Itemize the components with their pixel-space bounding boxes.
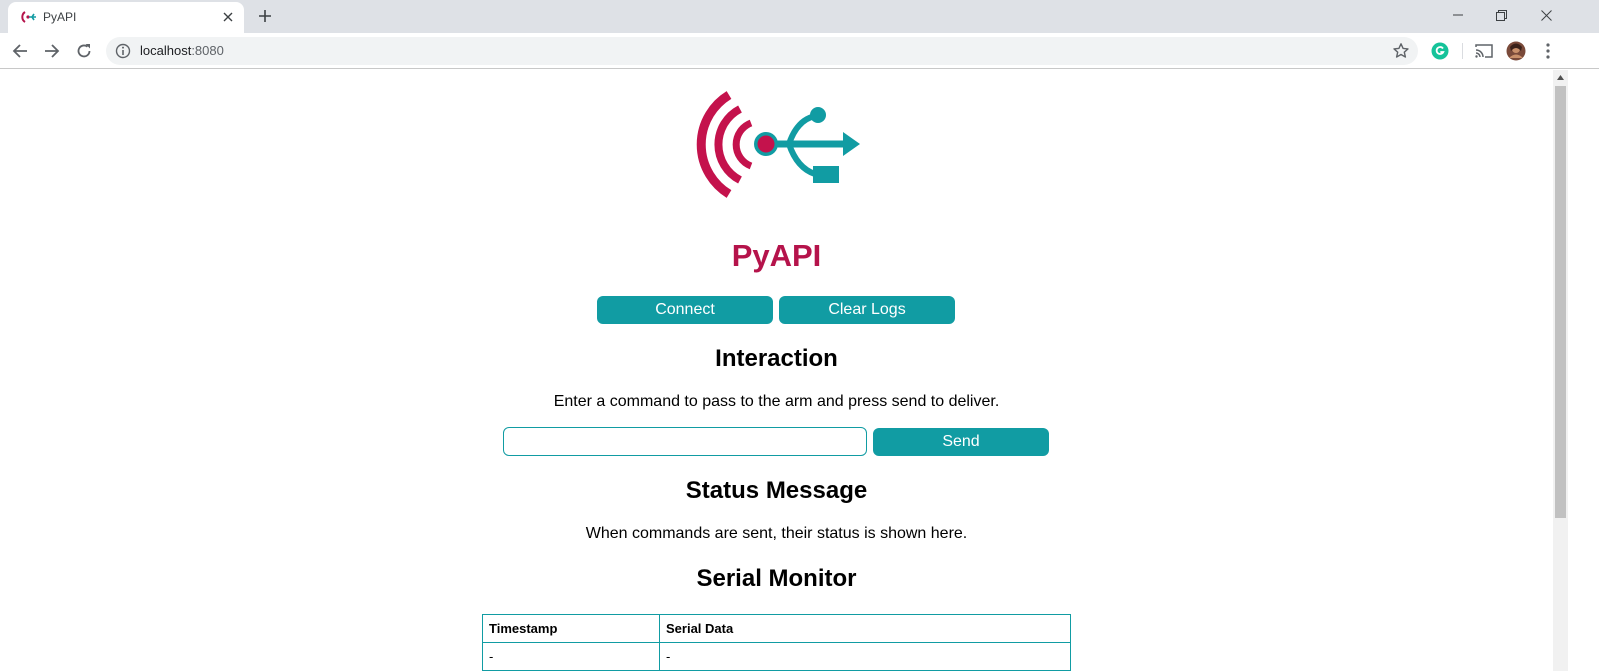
status-heading: Status Message: [685, 477, 868, 504]
interaction-heading: Interaction: [715, 345, 838, 372]
address-bar[interactable]: localhost:8080: [106, 37, 1418, 65]
tab-title: PyAPI: [43, 10, 77, 24]
browser-tab[interactable]: PyAPI: [8, 2, 244, 33]
new-tab-plus-icon[interactable]: [255, 6, 275, 26]
serial-data-column-header: Serial Data: [659, 614, 1071, 643]
browser-toolbar: localhost:8080: [0, 33, 1599, 69]
reload-icon[interactable]: [70, 37, 98, 65]
pyapi-logo: [696, 91, 860, 198]
page-scrollbar[interactable]: [1553, 70, 1568, 671]
page-title: PyAPI: [731, 238, 822, 273]
window-close-icon[interactable]: [1523, 0, 1569, 30]
connect-button[interactable]: Connect: [597, 296, 773, 324]
cast-icon[interactable]: [1473, 40, 1495, 62]
grammarly-extension-icon[interactable]: [1429, 40, 1451, 62]
window-minimize-icon[interactable]: [1435, 0, 1481, 30]
toolbar-divider: [1462, 43, 1463, 59]
command-input[interactable]: [503, 427, 867, 456]
clear-logs-button[interactable]: Clear Logs: [779, 296, 955, 324]
pyapi-favicon-icon: [21, 11, 36, 23]
serial-monitor-table: Timestamp Serial Data - -: [482, 614, 1071, 671]
serial-data-cell: -: [659, 642, 1071, 671]
send-button[interactable]: Send: [873, 428, 1049, 456]
interaction-description: Enter a command to pass to the arm and p…: [553, 393, 1000, 410]
status-message: When commands are sent, their status is …: [585, 525, 968, 542]
timestamp-column-header: Timestamp: [482, 614, 660, 643]
profile-avatar[interactable]: [1505, 40, 1527, 62]
back-arrow-icon[interactable]: [6, 37, 34, 65]
tab-close-icon[interactable]: [220, 9, 236, 25]
url-port: :8080: [191, 43, 224, 58]
site-info-icon[interactable]: [115, 43, 131, 59]
scrollbar-thumb[interactable]: [1555, 86, 1566, 518]
forward-arrow-icon[interactable]: [38, 37, 66, 65]
scroll-up-arrow-icon[interactable]: [1553, 70, 1568, 85]
table-header-row: Timestamp Serial Data: [482, 614, 1071, 643]
browser-menu-icon[interactable]: [1537, 40, 1559, 62]
serial-monitor-heading: Serial Monitor: [696, 565, 857, 592]
browser-tab-bar: PyAPI: [0, 0, 1599, 33]
url-host: localhost: [140, 43, 192, 58]
timestamp-cell: -: [482, 642, 660, 671]
url-text: localhost:8080: [140, 43, 224, 58]
window-restore-icon[interactable]: [1478, 0, 1524, 30]
table-row: - -: [482, 642, 1071, 671]
bookmark-star-icon[interactable]: [1392, 42, 1410, 60]
page-viewport: PyAPI Connect Clear Logs Interaction Ent…: [0, 70, 1553, 671]
